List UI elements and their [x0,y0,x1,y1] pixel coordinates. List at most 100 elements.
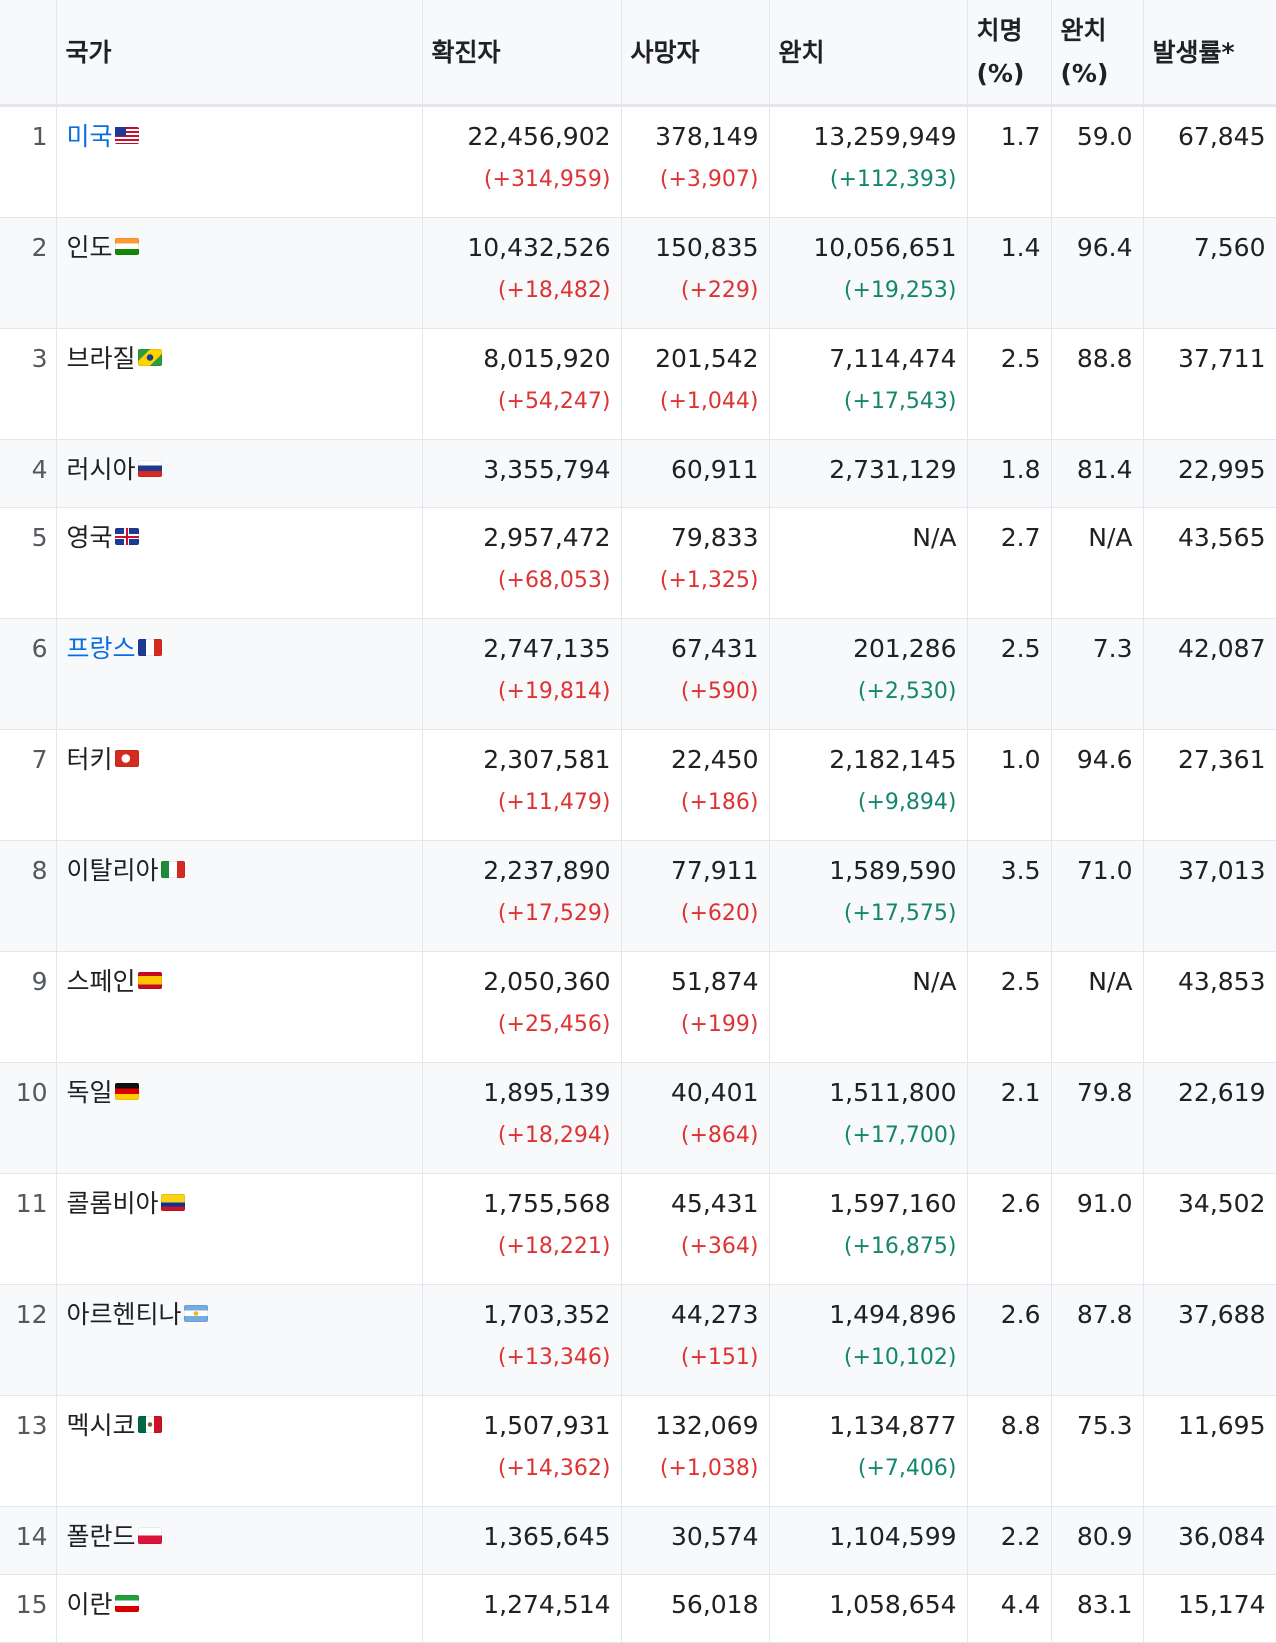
table-row: 10 독일 1,895,139 (+18,294) 40,401 (+864) 1,511,… [0,1062,1276,1174]
rank-cell: 3 [0,328,57,440]
rank-cell: 13 [0,1395,57,1507]
country-link[interactable]: 미국 [67,122,113,151]
header-fatality-line1: 치명 [976,16,1023,45]
deaths-delta: (+151) [680,1345,759,1370]
confirmed-delta: (+25,456) [497,1012,611,1037]
recovered-cell: 1,597,160 (+16,875) [769,1173,968,1285]
incidence-value: 11,695 [1178,1411,1266,1440]
header-deaths[interactable]: 사망자 [621,0,770,107]
confirmed-delta: (+68,053) [497,568,611,593]
header-incidence[interactable]: 발생률* [1143,0,1276,107]
country-link[interactable]: 프랑스 [67,634,136,663]
deaths-value: 40,401 [671,1078,759,1107]
deaths-cell: 44,273 (+151) [621,1284,770,1396]
confirmed-value: 2,747,135 [483,634,611,663]
country-name: 스페인 [66,967,136,996]
deaths-cell: 77,911 (+620) [621,840,770,952]
country-cell: 이란 [56,1574,423,1643]
header-country[interactable]: 국가 [56,0,423,107]
header-recovery-line1: 완치 [1060,16,1107,45]
mexico-flag-icon [137,1416,162,1433]
deaths-value: 79,833 [671,523,759,552]
deaths-value: 22,450 [671,745,759,774]
incidence-value: 37,711 [1178,344,1266,373]
turkey-flag-icon [114,750,139,767]
incidence-cell: 36,084 [1143,1506,1276,1575]
deaths-value: 150,835 [655,233,759,262]
recovered-cell: 13,259,949 (+112,393) [769,105,968,218]
recovery-rate-cell: 91.0 [1051,1173,1144,1285]
country-name: 아르헨티나 [66,1300,182,1329]
confirmed-delta: (+11,479) [497,790,611,815]
header-row: 국가 확진자 사망자 완치 치명 (%) 완치 (%) 발생률* [0,0,1276,107]
recovery-rate-cell: 87.8 [1051,1284,1144,1396]
recovered-value: 2,731,129 [829,455,957,484]
country-cell: 인도 [56,217,423,329]
country-cell: 아르헨티나 [56,1284,423,1396]
recovered-cell: 1,494,896 (+10,102) [769,1284,968,1396]
fatality-rate-value: 2.5 [1000,634,1041,663]
rank-cell: 2 [0,217,57,329]
russia-flag-icon [137,460,162,477]
confirmed-cell: 1,365,645 [422,1506,622,1575]
recovered-value: 1,494,896 [829,1300,957,1329]
table-row: 12 아르헨티나 1,703,352 (+13,346) 44,273 (+151) 1,4… [0,1284,1276,1396]
deaths-cell: 60,911 [621,439,770,508]
deaths-value: 56,018 [671,1590,759,1619]
header-fatality-rate[interactable]: 치명 (%) [967,0,1052,107]
confirmed-cell: 2,050,360 (+25,456) [422,951,622,1063]
recovered-value: 1,511,800 [829,1078,957,1107]
deaths-cell: 30,574 [621,1506,770,1575]
deaths-cell: 67,431 (+590) [621,618,770,730]
table-row: 2 인도 10,432,526 (+18,482) 150,835 (+229) 10,05… [0,217,1276,329]
recovery-rate-value: 91.0 [1076,1189,1133,1218]
confirmed-delta: (+18,294) [497,1123,611,1148]
fatality-rate-value: 2.6 [1000,1189,1041,1218]
table-row: 9 스페인 2,050,360 (+25,456) 51,874 (+199) N/A 2.5… [0,951,1276,1063]
confirmed-cell: 8,015,920 (+54,247) [422,328,622,440]
header-recovery-line2: (%) [1060,59,1109,88]
recovery-rate-value: 75.3 [1076,1411,1133,1440]
rank-cell: 15 [0,1574,57,1643]
covid-stats-table: 국가 확진자 사망자 완치 치명 (%) 완치 (%) 발생률* 1 미국 22,456… [0,0,1276,1643]
recovered-cell: N/A [769,951,968,1063]
india-flag-icon [114,238,139,255]
fatality-rate-cell: 2.6 [967,1173,1052,1285]
table-row: 15 이란 1,274,514 56,018 1,058,654 4.4 83.1 15,17… [0,1574,1276,1643]
recovered-delta: (+9,894) [857,790,957,815]
deaths-value: 201,542 [655,344,759,373]
table-row: 13 멕시코 1,507,931 (+14,362) 132,069 (+1,038) 1,… [0,1395,1276,1507]
incidence-cell: 34,502 [1143,1173,1276,1285]
fatality-rate-cell: 4.4 [967,1574,1052,1643]
fatality-rate-value: 1.7 [1000,122,1041,151]
recovered-cell: 2,182,145 (+9,894) [769,729,968,841]
confirmed-value: 8,015,920 [483,344,611,373]
recovery-rate-value: 96.4 [1076,233,1133,262]
recovery-rate-cell: 79.8 [1051,1062,1144,1174]
fatality-rate-cell: 2.1 [967,1062,1052,1174]
fatality-rate-cell: 2.6 [967,1284,1052,1396]
confirmed-delta: (+14,362) [497,1456,611,1481]
rank-cell: 1 [0,105,57,218]
recovery-rate-value: 81.4 [1076,455,1133,484]
confirmed-value: 22,456,902 [467,122,611,151]
country-name: 러시아 [66,455,136,484]
confirmed-cell: 2,307,581 (+11,479) [422,729,622,841]
incidence-value: 43,565 [1178,523,1266,552]
header-recovery-rate[interactable]: 완치 (%) [1051,0,1144,107]
fatality-rate-value: 2.1 [1000,1078,1041,1107]
confirmed-cell: 1,703,352 (+13,346) [422,1284,622,1396]
confirmed-cell: 1,755,568 (+18,221) [422,1173,622,1285]
confirmed-delta: (+54,247) [497,389,611,414]
rank-cell: 9 [0,951,57,1063]
recovered-cell: 1,589,590 (+17,575) [769,840,968,952]
header-recovered[interactable]: 완치 [769,0,968,107]
deaths-cell: 132,069 (+1,038) [621,1395,770,1507]
country-name: 터키 [66,745,113,774]
country-cell: 독일 [56,1062,423,1174]
fatality-rate-cell: 1.4 [967,217,1052,329]
fatality-rate-value: 1.8 [1000,455,1041,484]
fatality-rate-value: 8.8 [1000,1411,1041,1440]
header-confirmed[interactable]: 확진자 [422,0,622,107]
recovery-rate-cell: 96.4 [1051,217,1144,329]
